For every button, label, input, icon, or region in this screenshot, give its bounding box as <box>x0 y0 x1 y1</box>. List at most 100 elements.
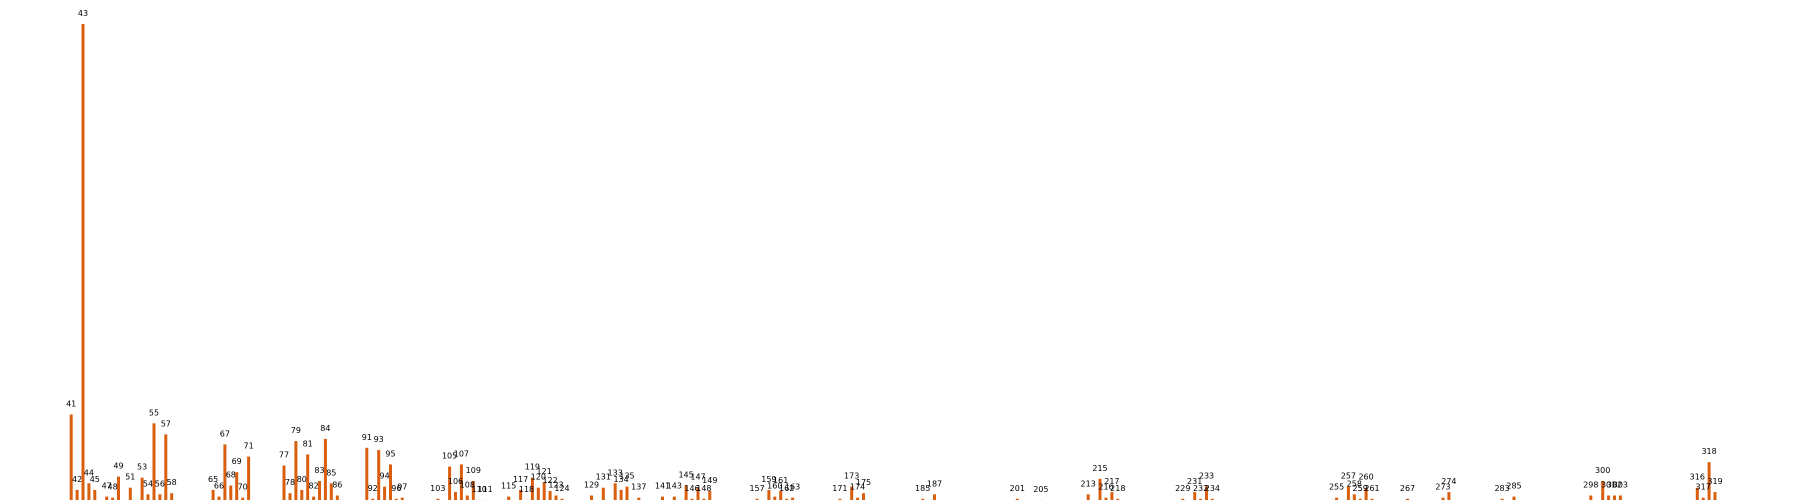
bar-135 <box>625 486 629 500</box>
bar-label-66: 66 <box>214 482 224 491</box>
bar-label-298: 298 <box>1583 481 1598 490</box>
bar-label-109: 109 <box>466 466 481 475</box>
bar-134 <box>619 489 623 500</box>
bar-label-149: 149 <box>702 476 717 485</box>
bar-label-49: 49 <box>113 462 123 471</box>
bar-label-82: 82 <box>309 482 319 491</box>
bar-143 <box>672 496 676 500</box>
bar-label-118: 118 <box>519 485 534 494</box>
bar-label-84: 84 <box>320 424 330 433</box>
bar-label-94: 94 <box>380 472 390 481</box>
bar-43 <box>81 24 85 500</box>
bar-175 <box>862 493 865 500</box>
bar-label-205: 205 <box>1033 485 1048 494</box>
bar-58 <box>170 493 174 500</box>
bar-label-53: 53 <box>137 463 147 472</box>
bar-label-55: 55 <box>149 408 159 417</box>
bar-285 <box>1512 496 1516 500</box>
bar-131 <box>601 487 605 500</box>
bar-label-260: 260 <box>1358 473 1373 482</box>
bar-42 <box>75 489 79 500</box>
bar-label-77: 77 <box>279 451 289 460</box>
bar-label-137: 137 <box>631 483 646 492</box>
bar-141 <box>661 496 664 500</box>
bar-302 <box>1613 495 1616 500</box>
bar-label-285: 285 <box>1506 482 1521 491</box>
bar-label-303: 303 <box>1613 481 1628 490</box>
bar-label-57: 57 <box>161 419 171 428</box>
bar-label-71: 71 <box>244 442 254 451</box>
bar-label-267: 267 <box>1400 484 1415 493</box>
bar-label-124: 124 <box>554 484 569 493</box>
bar-label-56: 56 <box>155 479 165 488</box>
bar-41 <box>69 414 73 500</box>
bar-label-83: 83 <box>314 466 324 475</box>
bar-label-86: 86 <box>332 481 342 490</box>
bar-label-121: 121 <box>537 467 552 476</box>
bar-label-201: 201 <box>1010 484 1025 493</box>
bar-56 <box>158 494 162 500</box>
bar-274 <box>1447 492 1451 500</box>
bar-123 <box>554 495 558 500</box>
bar-label-316: 316 <box>1690 473 1705 482</box>
bar-label-45: 45 <box>90 475 100 484</box>
bar-217 <box>1110 492 1114 500</box>
bar-122 <box>548 491 552 500</box>
bar-label-79: 79 <box>291 426 301 435</box>
bar-213 <box>1086 494 1090 500</box>
bar-label-43: 43 <box>78 9 88 18</box>
bar-label-58: 58 <box>167 478 177 487</box>
bar-label-78: 78 <box>285 478 295 487</box>
bar-65 <box>211 489 215 500</box>
bar-label-103: 103 <box>430 484 445 493</box>
bar-80 <box>300 489 304 500</box>
bar-label-68: 68 <box>226 471 236 480</box>
bar-78 <box>288 493 292 500</box>
bar-label-95: 95 <box>385 449 395 458</box>
bar-257 <box>1346 486 1350 500</box>
bar-label-175: 175 <box>856 478 871 487</box>
bar-79 <box>294 441 298 500</box>
bar-label-48: 48 <box>108 483 118 492</box>
bar-label-51: 51 <box>125 473 135 482</box>
bar-label-91: 91 <box>362 433 372 442</box>
bar-label-117: 117 <box>513 475 528 484</box>
bar-94 <box>383 486 387 500</box>
bar-231 <box>1193 492 1197 500</box>
bar-label-41: 41 <box>66 400 76 409</box>
bar-label-135: 135 <box>619 472 634 481</box>
bar-45 <box>93 489 97 500</box>
bar-303 <box>1618 495 1622 500</box>
bar-86 <box>335 495 339 500</box>
bar-187 <box>933 494 936 500</box>
bar-106 <box>454 492 457 500</box>
bar-label-234: 234 <box>1205 484 1220 493</box>
bar-57 <box>164 434 168 500</box>
bar-label-318: 318 <box>1701 447 1716 456</box>
bar-label-143: 143 <box>667 482 682 491</box>
bar-label-255: 255 <box>1329 483 1344 492</box>
bar-label-42: 42 <box>72 475 82 484</box>
bar-label-70: 70 <box>238 483 248 492</box>
bar-71 <box>247 456 251 500</box>
bar-label-92: 92 <box>368 484 378 493</box>
bar-108 <box>465 495 469 500</box>
bar-label-261: 261 <box>1364 484 1379 493</box>
bar-label-80: 80 <box>297 475 307 484</box>
bar-label-215: 215 <box>1092 464 1107 473</box>
bar-label-300: 300 <box>1595 466 1610 475</box>
bar-label-81: 81 <box>303 439 313 448</box>
bar-258 <box>1352 494 1356 500</box>
bar-66 <box>217 496 221 500</box>
bar-label-54: 54 <box>143 479 153 488</box>
bar-label-148: 148 <box>696 484 711 493</box>
bar-301 <box>1607 495 1611 500</box>
bar-label-107: 107 <box>454 449 469 458</box>
bar-label-129: 129 <box>584 481 599 490</box>
bar-319 <box>1713 492 1717 500</box>
bar-label-218: 218 <box>1110 484 1125 493</box>
bar-label-67: 67 <box>220 429 230 438</box>
bar-115 <box>507 496 511 500</box>
bar-label-171: 171 <box>832 484 847 493</box>
bar-47 <box>105 496 109 500</box>
